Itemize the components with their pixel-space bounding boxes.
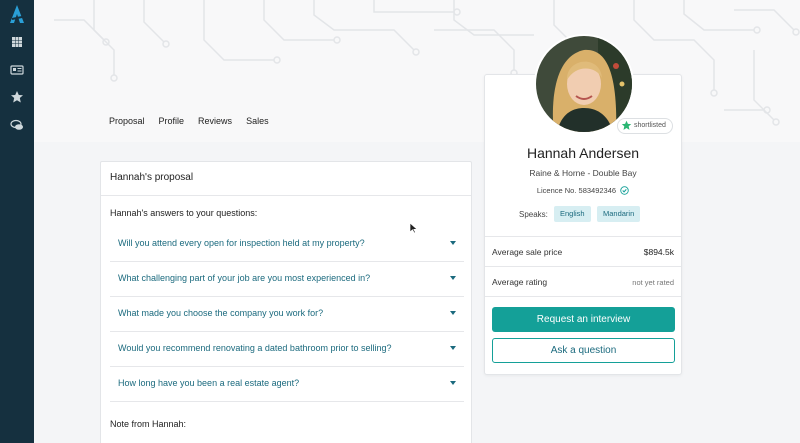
stat-label: Average rating: [492, 277, 548, 287]
chevron-down-icon: [450, 276, 456, 280]
id-card-icon[interactable]: [10, 63, 24, 77]
language-badge-english: English: [554, 206, 591, 222]
stat-average-sale-price: Average sale price $894.5k: [485, 236, 681, 266]
chevron-down-icon: [450, 346, 456, 350]
chevron-down-icon: [450, 381, 456, 385]
stat-value: not yet rated: [632, 278, 674, 287]
stat-value: $894.5k: [643, 247, 674, 257]
divider: [485, 296, 681, 297]
tab-sales[interactable]: Sales: [246, 116, 269, 126]
question-item[interactable]: Would you recommend renovating a dated b…: [110, 332, 464, 367]
grid-icon[interactable]: [10, 35, 24, 49]
agent-name: Hannah Andersen: [526, 145, 640, 161]
question-text: Would you recommend renovating a dated b…: [118, 343, 392, 353]
mouse-cursor-icon: [409, 222, 418, 234]
logo-icon[interactable]: [8, 4, 26, 24]
tab-reviews[interactable]: Reviews: [198, 116, 232, 126]
tab-profile[interactable]: Profile: [159, 116, 185, 126]
chevron-down-icon: [450, 311, 456, 315]
question-item[interactable]: What made you choose the company you wor…: [110, 297, 464, 332]
chevron-down-icon: [450, 241, 456, 245]
question-item[interactable]: How long have you been a real estate age…: [110, 367, 464, 402]
chat-icon[interactable]: [10, 118, 24, 132]
stat-average-rating: Average rating not yet rated: [485, 266, 681, 296]
licence-number: Licence No. 583492346: [484, 186, 682, 195]
star-icon[interactable]: [10, 90, 24, 104]
question-text: Will you attend every open for inspectio…: [118, 238, 365, 248]
verified-check-icon: [620, 186, 629, 195]
note-label: Note from Hannah:: [110, 419, 187, 429]
sidebar: [0, 0, 34, 443]
divider: [101, 195, 471, 196]
status-badge-label: shortlisted: [634, 122, 666, 129]
question-text: What made you choose the company you wor…: [118, 308, 324, 318]
request-interview-button[interactable]: Request an interview: [492, 307, 675, 332]
star-icon: [621, 120, 632, 130]
answers-label: Hannah's answers to your questions:: [110, 208, 258, 218]
tab-proposal[interactable]: Proposal: [109, 116, 145, 126]
question-text: How long have you been a real estate age…: [118, 378, 300, 388]
proposal-card: Hannah's proposal Hannah's answers to yo…: [100, 161, 472, 443]
stat-label: Average sale price: [492, 247, 563, 257]
agency-name: Raine & Horne - Double Bay: [529, 168, 637, 178]
question-text: What challenging part of your job are yo…: [118, 273, 371, 283]
language-badge-mandarin: Mandarin: [597, 206, 641, 222]
proposal-title: Hannah's proposal: [110, 172, 194, 183]
ask-question-button[interactable]: Ask a question: [492, 338, 675, 363]
question-item[interactable]: What challenging part of your job are yo…: [110, 262, 464, 297]
speaks-label: Speaks:: [519, 210, 548, 219]
licence-text: Licence No. 583492346: [536, 186, 617, 195]
status-badge: shortlisted: [617, 118, 673, 134]
profile-tabs: Proposal Profile Reviews Sales: [109, 116, 269, 126]
